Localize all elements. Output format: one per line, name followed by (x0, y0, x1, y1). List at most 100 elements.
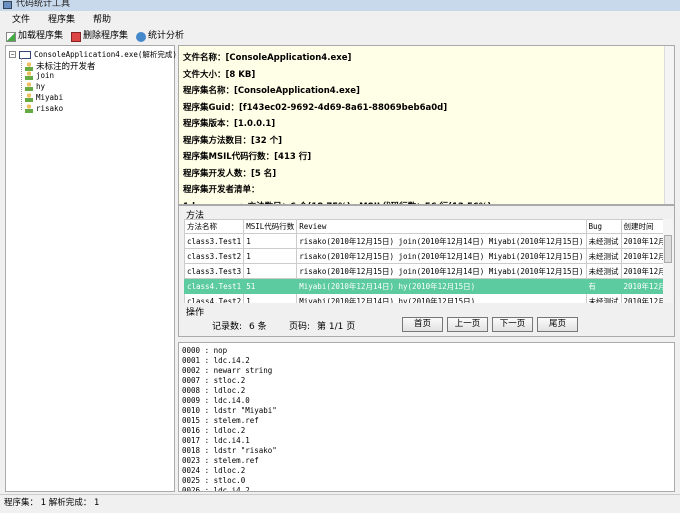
info-scrollbar[interactable] (664, 46, 674, 204)
tree-line (21, 58, 22, 110)
table-cell: Miyabi(2010年12月14日) hy(2010年12月15日) (296, 293, 587, 303)
code-line: 0023 : stelem.ref (182, 456, 259, 465)
info-line: 程序集MSIL代码行数：[413 行] (183, 152, 312, 162)
label: join (36, 71, 55, 80)
table-cell: risako(2010年12月15日) join(2010年12月14日) Mi… (296, 263, 587, 279)
menu-bar: 文件 程序集 帮助 (0, 13, 680, 28)
code-line: 0002 : newarr string (182, 366, 273, 375)
menu-help[interactable]: 帮助 (93, 13, 111, 28)
page-label: 页码: (289, 322, 311, 332)
table-cell: class3.Test2 (184, 248, 245, 264)
code-line: 0001 : ldc.i4.2 (182, 356, 250, 365)
msil-code-panel[interactable]: 0000 : nop 0001 : ldc.i4.2 0002 : newarr s… (178, 342, 675, 492)
col-review[interactable]: Review (296, 219, 587, 234)
app-icon (3, 1, 12, 9)
code-line: 0015 : stelem.ref (182, 416, 259, 425)
info-line: 程序集版本：[1.0.0.1] (183, 119, 276, 129)
table-cell: 1 (243, 248, 298, 264)
table-cell: risako(2010年12月15日) join(2010年12月14日) Mi… (296, 233, 587, 249)
info-line: 程序集开发人数：[5 名] (183, 168, 277, 179)
last-page-button[interactable]: 尾页 (537, 317, 578, 332)
developer-icon (25, 61, 33, 71)
col-bug[interactable]: Bug (585, 219, 622, 234)
table-cell: 2010年12月14日 (620, 248, 664, 264)
label: hy (36, 82, 46, 91)
tree-item[interactable]: hy (25, 82, 45, 91)
code-line: 0009 : ldc.i4.0 (182, 396, 250, 405)
analysis-button[interactable]: 统计分析 (136, 29, 184, 44)
code-line: 0008 : ldloc.2 (182, 386, 246, 395)
code-line: 0000 : nop (182, 346, 228, 355)
col-msil-lines[interactable]: MSIL代码行数 (243, 219, 298, 234)
next-page-button[interactable]: 下一页 (492, 317, 533, 332)
window-title: 代码统计工具 (16, 0, 71, 9)
table-row[interactable]: class3.Test1 1 risako(2010年12月15日) join(20… (184, 233, 664, 249)
title-bar: 代码统计工具 (0, 0, 680, 11)
delete-assembly-icon (71, 31, 82, 42)
first-page-button[interactable]: 首页 (402, 317, 443, 332)
menu-assembly[interactable]: 程序集 (48, 13, 75, 28)
tree-root[interactable]: − ConsoleApplication4.exe(解析完成) (9, 49, 177, 60)
table-cell: 2010年12月14日 (620, 293, 664, 303)
load-assembly-button[interactable]: 加载程序集 (6, 29, 63, 44)
table-cell: risako(2010年12月15日) join(2010年12月14日) Mi… (296, 248, 587, 264)
code-line: 0007 : stloc.2 (182, 376, 246, 385)
table-cell: Miyabi(2010年12月14日) hy(2010年12月15日) (296, 278, 587, 294)
table-row[interactable]: class3.Test3 1 risako(2010年12月15日) join(20… (184, 263, 664, 279)
records-label: 记录数: (212, 322, 243, 332)
info-line: 文件大小：[8 KB] (183, 69, 256, 80)
table-cell: 2010年12月14日 (620, 263, 664, 279)
info-line: 程序集名称：[ConsoleApplication4.exe] (183, 86, 360, 96)
code-line: 0016 : ldloc.2 (182, 426, 246, 435)
ops-label: 操作 (186, 308, 205, 318)
info-line: 程序集方法数目：[32 个] (183, 135, 283, 146)
code-line: 0026 : ldc.i4.2 (182, 486, 250, 492)
assembly-info-panel: 文件名称：[ConsoleApplication4.exe] 文件大小：[8 KB… (178, 45, 675, 205)
methods-group: 方法 方法名称 MSIL代码行数 Review Bug 创建时间 class3.… (178, 205, 675, 337)
code-line: 0017 : ldc.i4.1 (182, 436, 250, 445)
label: risako (36, 104, 64, 113)
code-line: 0024 : ldloc.2 (182, 466, 246, 475)
developer-icon (25, 104, 33, 113)
status-bar: 程序集： 1 解析完成： 1 (0, 494, 680, 513)
table-cell: 1 (243, 263, 298, 279)
table-cell: 有 (585, 278, 622, 294)
label: 加载程序集 (18, 31, 64, 41)
table-cell: 1 (243, 293, 298, 303)
table-cell: 2010年12月14日 (620, 233, 664, 249)
table-cell: 未经测试 (585, 293, 622, 303)
delete-assembly-button[interactable]: 删除程序集 (71, 29, 128, 44)
assembly-tree[interactable]: − ConsoleApplication4.exe(解析完成) 未标注的开发者 j… (5, 45, 177, 492)
methods-table: 方法名称 MSIL代码行数 Review Bug 创建时间 class3.Tes… (184, 219, 664, 303)
records-value: 6 条 (249, 322, 267, 332)
table-cell: 未经测试 (585, 263, 622, 279)
collapse-icon[interactable]: − (9, 51, 16, 58)
col-method-name[interactable]: 方法名称 (184, 219, 245, 234)
code-line: 0018 : ldstr "risako" (182, 446, 277, 455)
table-row[interactable]: class3.Test2 1 risako(2010年12月15日) join(20… (184, 248, 664, 264)
developer-icon (25, 82, 33, 91)
methods-scrollbar[interactable] (663, 219, 673, 303)
tree-root-label: ConsoleApplication4.exe(解析完成) (34, 50, 177, 59)
table-cell: class4.Test1 (184, 278, 245, 294)
add-assembly-icon (6, 31, 16, 42)
table-cell: 51 (243, 278, 298, 294)
tree-item[interactable]: Miyabi (25, 93, 63, 102)
developer-icon (25, 71, 33, 80)
table-cell: class4.Test2 (184, 293, 245, 303)
tree-item[interactable]: join (25, 71, 54, 80)
table-cell: 2010年12月14日 (620, 278, 664, 294)
table-cell: 未经测试 (585, 248, 622, 264)
table-row[interactable]: class4.Test1 51 Miyabi(2010年12月14日) hy(201… (184, 278, 664, 294)
col-created[interactable]: 创建时间 (620, 219, 664, 234)
label: 删除程序集 (83, 31, 129, 41)
table-row[interactable]: class4.Test2 1 Miyabi(2010年12月14日) hy(2010… (184, 293, 664, 303)
menu-file[interactable]: 文件 (12, 13, 30, 28)
page-value: 第 1/1 页 (317, 322, 356, 332)
info-line: 程序集开发者清单： (183, 185, 260, 195)
scroll-thumb[interactable] (664, 235, 672, 263)
info-line: 文件名称：[ConsoleApplication4.exe] (183, 53, 352, 63)
analysis-icon (136, 31, 147, 42)
prev-page-button[interactable]: 上一页 (447, 317, 488, 332)
tree-item[interactable]: risako (25, 104, 63, 113)
